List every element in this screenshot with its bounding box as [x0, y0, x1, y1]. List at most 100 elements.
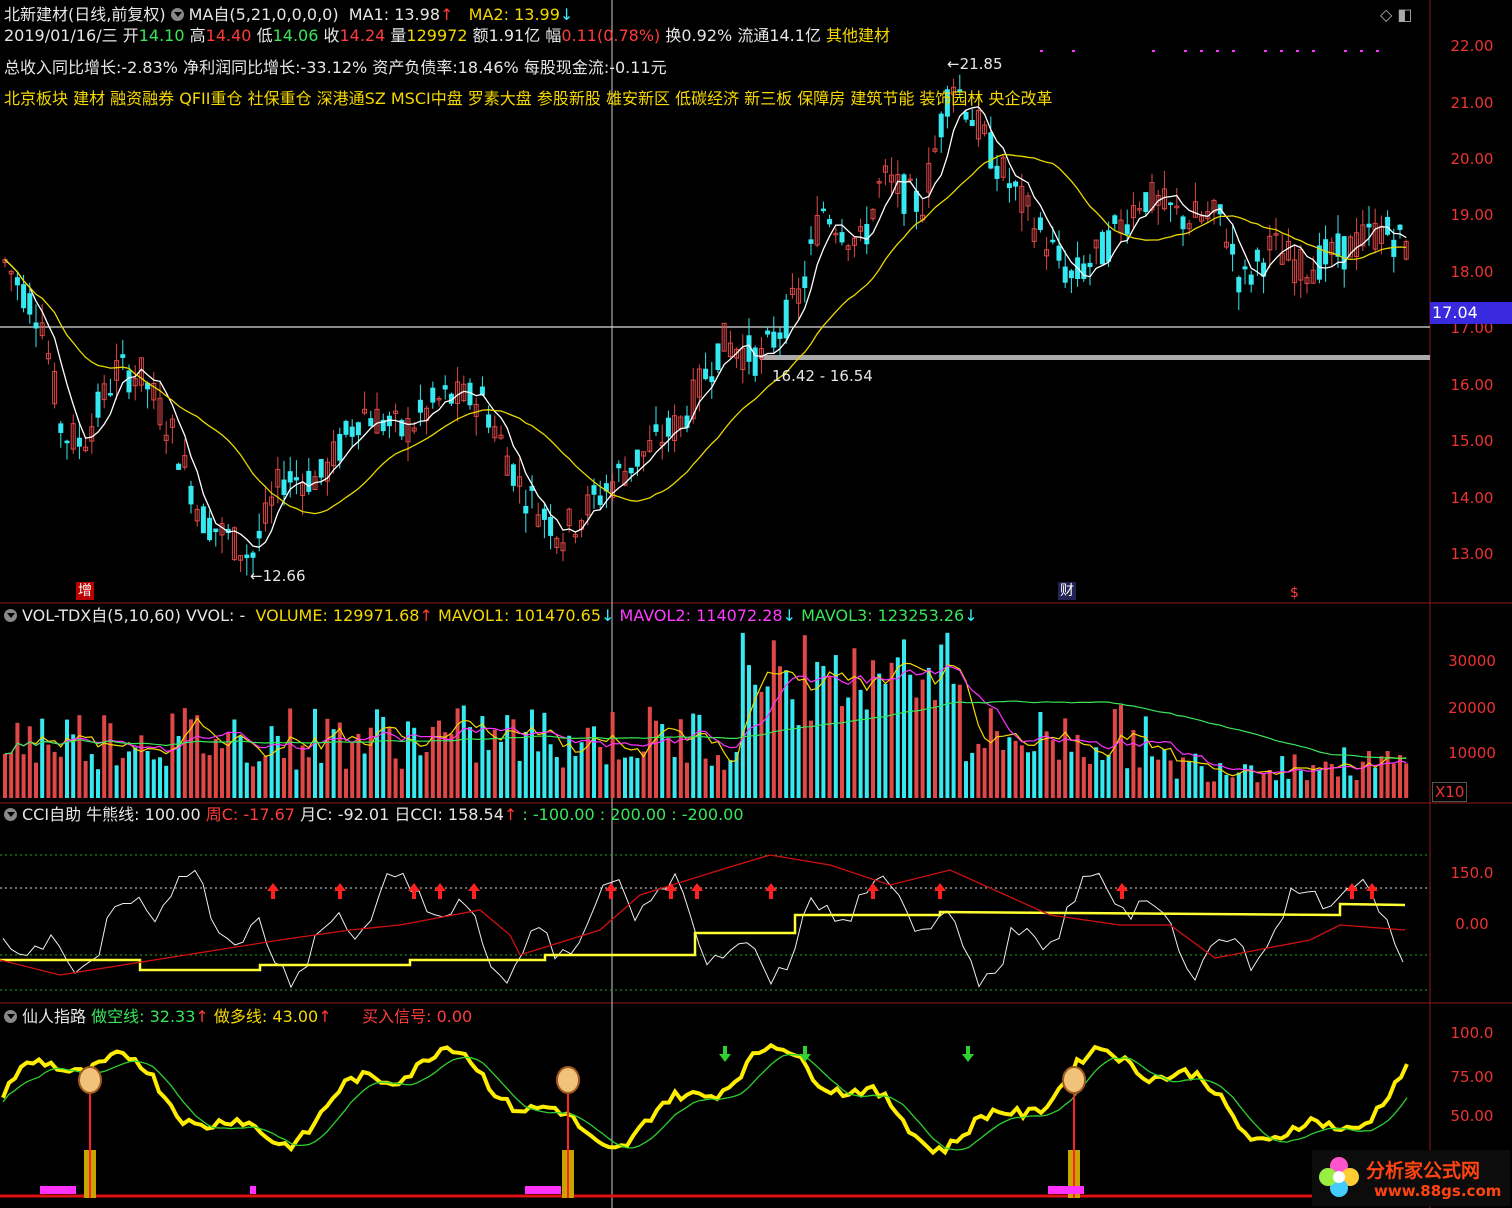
- mavol3-arrow: ↓: [964, 606, 978, 625]
- volume-bar: [1075, 734, 1080, 798]
- low-value: 14.06: [272, 26, 319, 45]
- cci-buy-arrow: [934, 883, 946, 899]
- mavol1-value: MAVOL1: 101470.65: [437, 606, 602, 625]
- ma-dropdown-icon[interactable]: [170, 8, 184, 21]
- restore-icon[interactable]: ◧: [1397, 5, 1412, 24]
- volume-bar: [790, 699, 795, 798]
- xr-tick: 50.00: [1450, 1107, 1494, 1125]
- vol-label: 量: [390, 26, 407, 45]
- vol-dropdown-icon[interactable]: [4, 609, 17, 622]
- volume-bar: [418, 755, 423, 798]
- volume-bar: [1143, 716, 1148, 798]
- volume-bar: [195, 715, 200, 798]
- candle-body: [200, 506, 206, 534]
- volume-bar: [703, 758, 708, 798]
- volume-bar: [840, 706, 844, 798]
- volume-bar: [492, 729, 497, 798]
- candle-body: [318, 459, 324, 478]
- volume-bar: [412, 727, 417, 798]
- close-label: 收: [323, 26, 340, 45]
- vol-tick: 20000: [1448, 699, 1496, 717]
- signal-lantern: [78, 1066, 102, 1094]
- volume-bar: [52, 751, 57, 798]
- volume-bar: [852, 648, 857, 798]
- low-annotation-value: 12.66: [262, 567, 306, 585]
- signal-lantern: [1062, 1066, 1086, 1094]
- volume-bar: [1057, 759, 1061, 798]
- vvol-value: VVOL: -: [185, 606, 246, 625]
- stock-chart-canvas[interactable]: [0, 0, 1512, 1208]
- signal-lantern: [556, 1066, 580, 1094]
- candle-body: [287, 471, 293, 483]
- stock-name[interactable]: 北新建材(日线,前复权): [4, 5, 166, 24]
- candle-body: [1143, 192, 1149, 212]
- candle-body: [1385, 216, 1391, 235]
- xr-dropdown-icon[interactable]: [4, 1010, 17, 1023]
- cci-buy-arrow: [867, 883, 879, 899]
- candle-body: [1124, 224, 1130, 235]
- signal-dot: [1200, 50, 1203, 52]
- volume-bar: [21, 754, 26, 798]
- xr-marker: [250, 1186, 256, 1194]
- candle-body: [349, 426, 355, 437]
- flower-logo-icon: [1319, 1157, 1359, 1197]
- volume-bar: [1032, 751, 1037, 798]
- candle-body: [256, 530, 262, 539]
- cci-dropdown-icon[interactable]: [4, 808, 17, 821]
- industry-label[interactable]: 其他建材: [826, 26, 890, 45]
- volume-bar: [213, 738, 218, 798]
- dollar-marker[interactable]: $: [1290, 584, 1299, 602]
- month-cci-line: [0, 902, 1406, 972]
- candle-body: [988, 132, 994, 169]
- volume-bar: [908, 674, 913, 798]
- candle-body: [27, 293, 33, 315]
- cci-title[interactable]: CCI自助: [22, 805, 81, 824]
- zeng-marker[interactable]: 增: [76, 582, 94, 600]
- signal-dot: [1280, 50, 1283, 52]
- cai-marker[interactable]: 财: [1058, 582, 1076, 600]
- volume-bar: [164, 765, 169, 798]
- price-tick: 22.00: [1450, 37, 1494, 55]
- volume-bar: [1274, 780, 1278, 798]
- vol-title[interactable]: VOL-TDX自(5,10,60): [22, 606, 181, 625]
- volume-bar: [151, 759, 156, 798]
- cci-buy-arrow: [665, 883, 677, 899]
- candle-body: [665, 417, 671, 437]
- volume-bar: [964, 761, 968, 798]
- volume-bar: [951, 683, 956, 798]
- volume-bar: [623, 757, 627, 798]
- concepts-line[interactable]: 北京板块 建材 融资融券 QFII重仓 社保重仓 深港通SZ MSCI中盘 罗素…: [4, 90, 1053, 108]
- volume-bar: [970, 752, 975, 798]
- candle-body: [541, 508, 547, 520]
- price-tick: 18.00: [1450, 263, 1494, 281]
- candle-body: [839, 232, 845, 243]
- buy-signal-value: 买入信号: 0.00: [362, 1007, 473, 1026]
- diamond-icon[interactable]: ◇: [1380, 5, 1392, 24]
- xr-tick: 75.00: [1450, 1068, 1494, 1086]
- candle-body: [1180, 216, 1186, 230]
- candle-body: [634, 449, 640, 467]
- volume-bar: [778, 666, 782, 798]
- volume-bar: [127, 751, 131, 798]
- candle-body: [1254, 249, 1260, 262]
- candle-body: [244, 554, 250, 559]
- volume-bar: [815, 661, 820, 798]
- volume-bar: [27, 726, 32, 798]
- price-tick: 14.00: [1450, 489, 1494, 507]
- candle-body: [548, 517, 554, 536]
- volume-bar: [474, 762, 479, 798]
- volume-bar: [691, 713, 696, 798]
- ma-indicator-name[interactable]: MA自(5,21,0,0,0,0): [189, 5, 339, 24]
- bull-bear-value: 牛熊线: 100.00: [86, 805, 201, 824]
- xr-marker: [40, 1186, 76, 1194]
- xr-title[interactable]: 仙人指路: [22, 1007, 86, 1026]
- ma2-value: MA2: 13.99: [468, 5, 560, 24]
- fundamentals-line: 总收入同比增长:-2.83% 净利润同比增长:-33.12% 资产负债率:18.…: [4, 58, 667, 77]
- volume-bar: [523, 731, 528, 798]
- signal-dot: [1360, 50, 1363, 52]
- candle-body: [1248, 274, 1254, 285]
- candle-body: [1230, 243, 1236, 255]
- candle-body: [827, 219, 833, 225]
- volume-bar: [207, 755, 212, 798]
- candle-body: [21, 284, 27, 309]
